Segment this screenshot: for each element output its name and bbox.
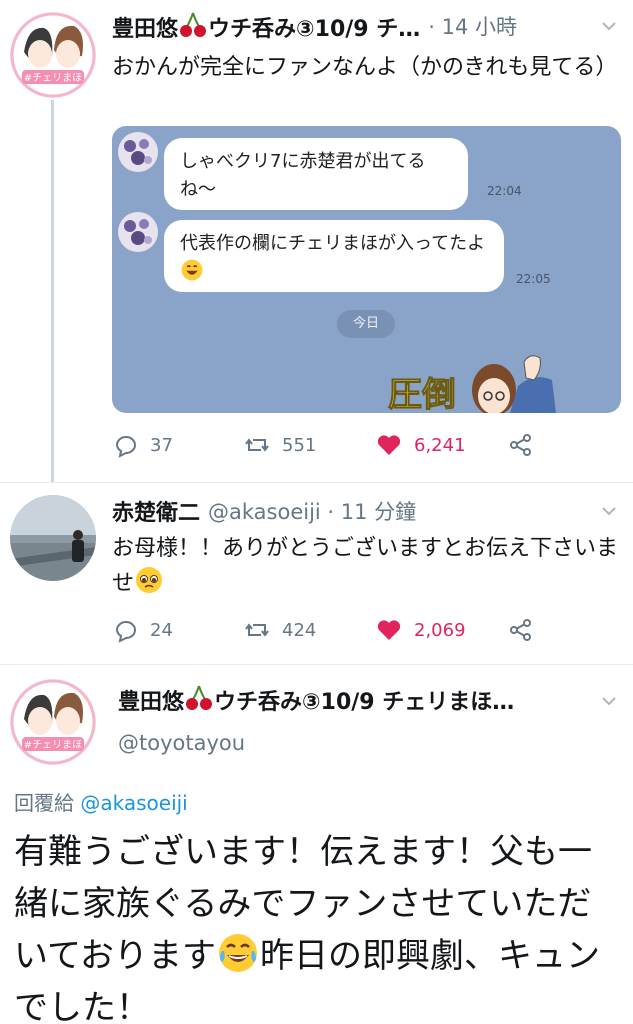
chat-screenshot[interactable]: しゃべクリ7に赤楚君が出てるね〜 22:04 代表作の欄にチェリまほが入ってたよ… bbox=[112, 126, 621, 413]
cherry-emoji-icon bbox=[184, 683, 214, 713]
reply-count: 24 bbox=[150, 619, 173, 641]
display-name[interactable]: 赤楚衛二 bbox=[112, 495, 200, 527]
reply-button[interactable]: 24 bbox=[112, 613, 173, 647]
tweet-header: 豊田悠 ウチ呑み③10/9 チェリまほ… bbox=[118, 681, 573, 717]
grinning-emoji-icon bbox=[180, 258, 204, 282]
svg-text:#チェリまほ: #チェリまほ bbox=[24, 739, 82, 751]
chat-avatar bbox=[118, 132, 158, 172]
retweet-count: 551 bbox=[282, 434, 317, 456]
tweet-2[interactable]: 赤楚衛二 @akasoeiji · 11 分鐘 お母様！！ありがとうございますと… bbox=[0, 483, 633, 663]
chat-avatar bbox=[118, 212, 158, 252]
reply-icon bbox=[115, 436, 136, 458]
chevron-down-icon[interactable] bbox=[599, 16, 619, 36]
avatar[interactable]: #チェリまほ bbox=[10, 679, 96, 765]
retweet-icon bbox=[245, 438, 269, 452]
chevron-down-icon[interactable] bbox=[599, 691, 619, 711]
share-icon bbox=[510, 619, 531, 641]
share-button[interactable] bbox=[508, 613, 546, 647]
chat-bubble: しゃべクリ7に赤楚君が出てるね〜 bbox=[164, 138, 468, 210]
retweet-count: 424 bbox=[282, 619, 317, 641]
tweet-actions: 37 551 6,241 bbox=[112, 428, 552, 462]
chevron-down-icon[interactable] bbox=[599, 501, 619, 521]
reply-button[interactable]: 37 bbox=[112, 428, 173, 462]
tweet-header: 赤楚衛二 @akasoeiji · 11 分鐘 bbox=[112, 493, 573, 529]
chat-time: 22:05 bbox=[516, 272, 551, 286]
tweet-text: おかんが完全にファンなんよ（かのきれも見てる） bbox=[112, 55, 618, 80]
display-name[interactable]: 豊田悠 ウチ呑み③10/9 チェリまほ… bbox=[118, 683, 514, 716]
date-separator: 今日 bbox=[337, 310, 395, 338]
timestamp[interactable]: · 14 小時 bbox=[428, 11, 517, 41]
svg-text:#チェリまほ: #チェリまほ bbox=[24, 72, 82, 84]
tweet-actions: 24 424 2,069 bbox=[112, 613, 552, 647]
cherry-emoji-icon bbox=[178, 10, 208, 40]
chat-time: 22:04 bbox=[487, 184, 522, 198]
display-name[interactable]: 豊田悠 ウチ呑み③10/9 チ… bbox=[112, 10, 420, 43]
reply-prefix: 回覆給 bbox=[14, 791, 74, 815]
handle-and-time[interactable]: @akasoeiji · 11 分鐘 bbox=[208, 496, 416, 526]
share-button[interactable] bbox=[508, 428, 546, 462]
sticker-text: 圧倒 bbox=[388, 375, 456, 413]
retweet-button[interactable]: 424 bbox=[244, 613, 316, 647]
pleading-face-emoji-icon bbox=[134, 565, 164, 595]
chat-bubble: 代表作の欄にチェリまほが入ってたよ bbox=[164, 220, 504, 292]
like-count: 2,069 bbox=[414, 619, 466, 641]
avatar[interactable]: #チェリまほ bbox=[10, 12, 96, 98]
tweet-text: お母様！！ありがとうございますとお伝え下さいませ bbox=[112, 536, 619, 596]
reply-to-line: 回覆給 @akasoeiji bbox=[14, 787, 188, 816]
retweet-icon bbox=[245, 623, 269, 637]
like-button[interactable]: 2,069 bbox=[376, 613, 466, 647]
tweet-1[interactable]: #チェリまほ 豊田悠 ウチ呑み③10/9 チ… · 14 小時 おかんが完全にファ… bbox=[0, 0, 633, 482]
heart-icon bbox=[377, 620, 401, 640]
retweet-button[interactable]: 551 bbox=[244, 428, 316, 462]
like-count: 6,241 bbox=[414, 434, 466, 456]
reply-mention-link[interactable]: @akasoeiji bbox=[80, 791, 187, 815]
heart-icon bbox=[377, 435, 401, 455]
reply-count: 37 bbox=[150, 434, 173, 456]
handle[interactable]: @toyotayou bbox=[118, 731, 245, 755]
tweet-header: 豊田悠 ウチ呑み③10/9 チ… · 14 小時 bbox=[112, 8, 573, 44]
tears-of-joy-emoji-icon bbox=[216, 931, 260, 975]
sticker-image: 圧倒 bbox=[384, 350, 564, 413]
focused-tweet-text: 有難うございます！伝えます！父も一緒に家族ぐるみでファンさせていただいております… bbox=[14, 832, 600, 1024]
thread-line bbox=[51, 100, 54, 482]
reply-icon bbox=[115, 621, 136, 643]
avatar[interactable] bbox=[10, 495, 96, 581]
share-icon bbox=[510, 434, 531, 456]
like-button[interactable]: 6,241 bbox=[376, 428, 466, 462]
